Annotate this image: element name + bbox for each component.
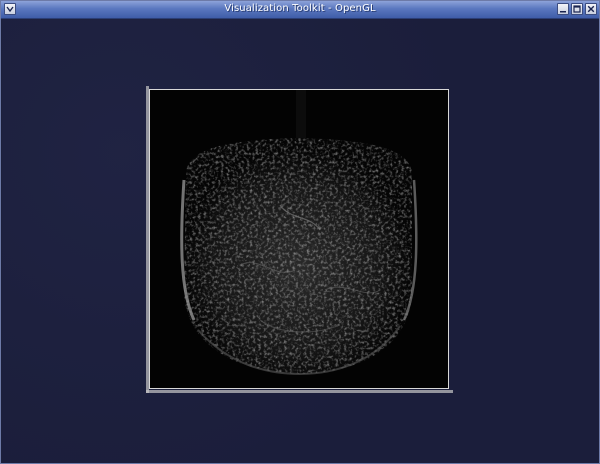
minimize-icon (560, 11, 566, 13)
render-viewport[interactable] (2, 19, 598, 463)
mri-slice-image (180, 90, 418, 376)
minimize-button[interactable] (557, 3, 569, 15)
application-window: Visualization Toolkit - OpenGL (0, 0, 600, 464)
close-icon (587, 5, 595, 13)
window-title: Visualization Toolkit - OpenGL (224, 3, 376, 14)
maximize-icon (573, 5, 581, 13)
close-button[interactable] (585, 3, 597, 15)
title-bar[interactable]: Visualization Toolkit - OpenGL (1, 1, 599, 19)
slice-edge-bottom (146, 390, 453, 393)
maximize-button[interactable] (571, 3, 583, 15)
image-slice-plane[interactable] (149, 89, 449, 389)
